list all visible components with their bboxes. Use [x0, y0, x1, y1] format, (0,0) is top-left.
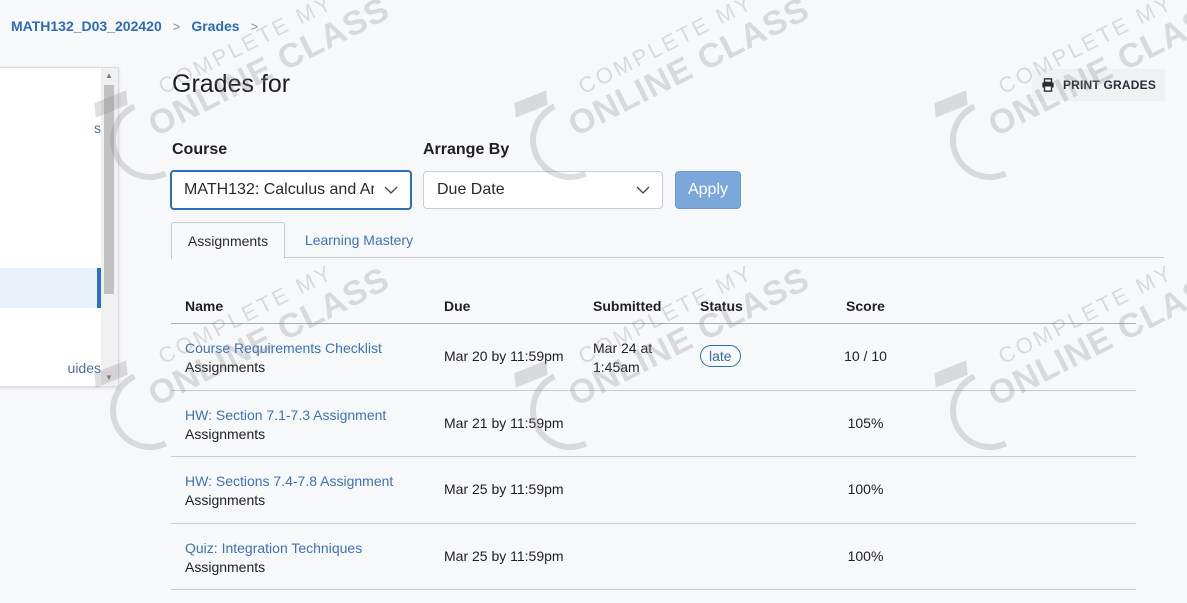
sidebar-item-grades[interactable] — [0, 268, 101, 308]
assignment-link[interactable]: HW: Section 7.1-7.3 Assignment — [185, 406, 386, 425]
table-row: HW: Sections 7.4-7.8 Assignment Assignme… — [171, 457, 1136, 524]
due-date: Mar 20 by 11:59pm — [444, 348, 564, 364]
print-grades-label: PRINT GRADES — [1062, 78, 1157, 92]
sidebar-item-label: s — [94, 120, 101, 136]
breadcrumb-course-link[interactable]: MATH132_D03_202420 — [11, 18, 162, 34]
assignment-link[interactable]: Quiz: Integration Techniques — [185, 539, 362, 558]
breadcrumb-separator-icon: > — [250, 18, 259, 34]
arrange-by-select[interactable]: Due Date — [423, 171, 663, 209]
column-header-submitted: Submitted — [593, 298, 662, 314]
course-navigation-menu: s uides ▲ ▼ — [0, 67, 119, 387]
watermark-text: COMPLETE MY — [574, 0, 758, 100]
tab-learning-mastery[interactable]: Learning Mastery — [290, 222, 428, 258]
assignment-link[interactable]: HW: Sections 7.4-7.8 Assignment — [185, 472, 393, 491]
arrange-by-label: Arrange By — [423, 141, 510, 158]
assignment-link[interactable]: Course Requirements Checklist — [185, 339, 382, 358]
breadcrumb-grades-link[interactable]: Grades — [191, 18, 239, 34]
scroll-down-icon[interactable]: ▼ — [104, 373, 114, 383]
column-header-score: Score — [846, 298, 885, 314]
apply-button[interactable]: Apply — [675, 171, 741, 209]
table-row: Course Requirements Checklist Assignment… — [171, 324, 1136, 391]
score: 105% — [847, 414, 884, 431]
score: 100% — [847, 547, 884, 564]
table-row: HW: Section 7.1-7.3 Assignment Assignmen… — [171, 391, 1136, 457]
tab-assignments[interactable]: Assignments — [171, 222, 285, 259]
column-header-name: Name — [185, 298, 224, 314]
status-badge: late — [700, 345, 741, 367]
course-label: Course — [172, 141, 228, 158]
column-header-status: Status — [700, 298, 743, 314]
sidebar-item[interactable]: s — [0, 108, 101, 148]
grades-table: Name Due Submitted Status Score Course R… — [171, 290, 1136, 590]
sidebar-scrollbar[interactable]: ▲ ▼ — [101, 68, 118, 386]
assignment-group: Assignments — [185, 558, 266, 575]
assignment-group: Assignments — [185, 425, 266, 442]
page-title: Grades for — [172, 70, 291, 98]
assignment-group: Assignments — [185, 492, 266, 508]
scrollbar-thumb[interactable] — [104, 85, 114, 294]
watermark-ring — [938, 88, 1042, 192]
course-select[interactable]: MATH132: Calculus and Ar — [170, 170, 412, 210]
breadcrumb: MATH132_D03_202420 > Grades > — [11, 18, 269, 34]
sidebar-item-label: uides — [67, 360, 101, 376]
grades-tabs: Assignments Learning Mastery — [171, 222, 1164, 259]
assignment-group: Assignments — [185, 359, 266, 375]
due-date: Mar 25 by 11:59pm — [444, 481, 564, 497]
sidebar-item[interactable]: uides — [0, 348, 101, 386]
course-select-value: MATH132: Calculus and Ar — [184, 181, 374, 198]
table-row: Quiz: Integration Techniques Assignments… — [171, 524, 1136, 590]
due-date: Mar 25 by 11:59pm — [444, 547, 564, 564]
breadcrumb-separator-icon: > — [172, 18, 181, 34]
column-header-due: Due — [444, 298, 471, 314]
graduation-cap-icon — [934, 90, 968, 118]
chevron-down-icon — [636, 186, 650, 194]
submitted-date: Mar 24 at 1:45am — [593, 340, 653, 375]
print-grades-button[interactable]: PRINT GRADES — [1032, 69, 1165, 101]
scroll-up-icon[interactable]: ▲ — [104, 71, 114, 81]
table-header: Name Due Submitted Status Score — [171, 290, 1136, 324]
arrange-by-select-value: Due Date — [437, 181, 505, 198]
printer-icon — [1042, 78, 1054, 92]
graduation-cap-icon — [514, 90, 548, 118]
due-date: Mar 21 by 11:59pm — [444, 414, 564, 431]
score: 100% — [847, 481, 884, 497]
watermark-text: ONLINE CLASS — [562, 0, 816, 145]
score: 10 / 10 — [844, 348, 887, 364]
chevron-down-icon — [384, 186, 398, 194]
